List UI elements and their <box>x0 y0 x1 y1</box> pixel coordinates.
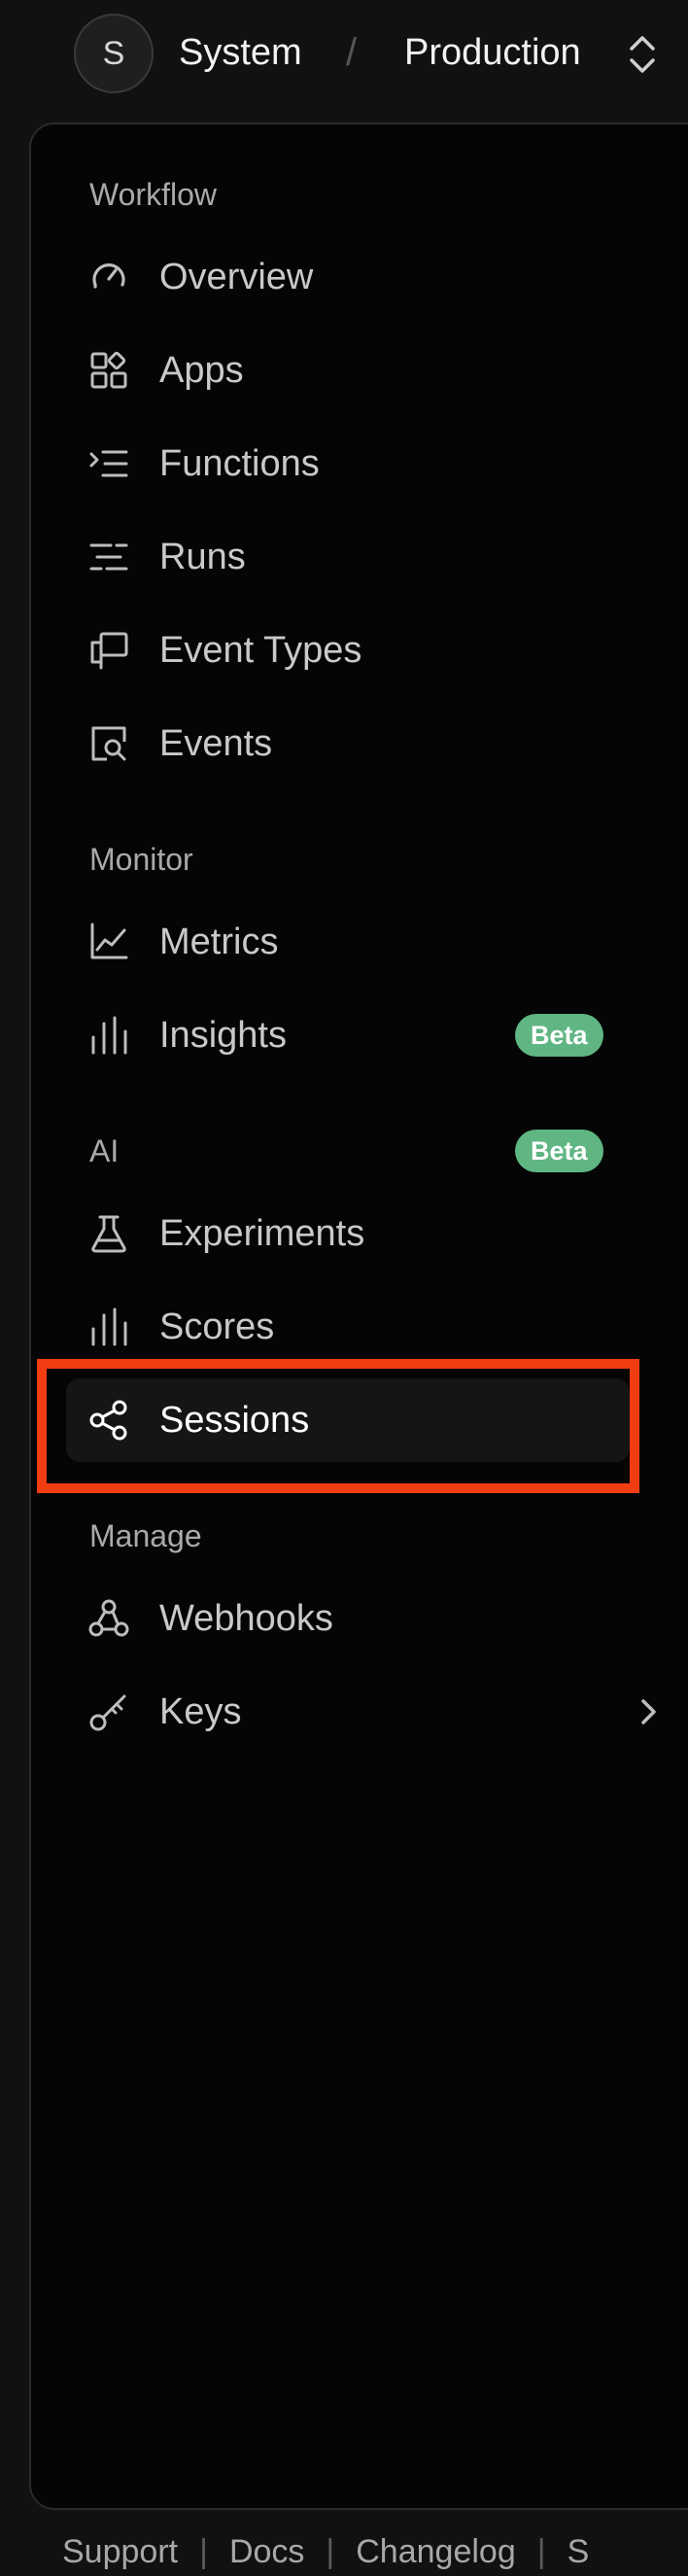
sidebar-item-event-types[interactable]: Event Types <box>66 609 630 692</box>
sidebar-item-label: Events <box>159 723 273 764</box>
webhook-icon <box>87 1597 130 1640</box>
key-icon <box>87 1690 130 1733</box>
sidebar-item-label: Functions <box>159 443 320 484</box>
breadcrumb-org[interactable]: System <box>179 29 302 76</box>
sidebar-item-label: Insights <box>159 1015 287 1056</box>
bar-chart-icon <box>87 1014 130 1057</box>
sidebar-item-functions[interactable]: Functions <box>66 422 630 505</box>
org-avatar[interactable]: S <box>74 14 154 93</box>
sidebar-item-insights[interactable]: Insights Beta <box>66 993 630 1077</box>
sidebar-item-webhooks[interactable]: Webhooks <box>66 1577 630 1660</box>
section-label-monitor: Monitor <box>89 842 193 877</box>
breadcrumb-environment[interactable]: Production <box>404 29 581 76</box>
gauge-icon <box>87 256 130 298</box>
runs-lines-icon <box>87 536 130 578</box>
sidebar-item-label: Apps <box>159 350 244 391</box>
sidebar-item-runs[interactable]: Runs <box>66 515 630 599</box>
bar-chart-icon <box>87 1305 130 1348</box>
beta-badge: Beta <box>515 1014 603 1057</box>
footer-separator: | <box>536 2532 546 2570</box>
section-label-ai: AI <box>89 1133 120 1168</box>
footer-separator: | <box>326 2532 335 2570</box>
highlight-box <box>37 1359 639 1493</box>
section-label-manage: Manage <box>89 1518 202 1553</box>
sidebar-item-label: Runs <box>159 537 246 577</box>
sidebar-item-apps[interactable]: Apps <box>66 329 630 412</box>
sidebar-item-label: Overview <box>159 257 314 297</box>
sidebar-item-events[interactable]: Events <box>66 702 630 785</box>
sidebar-item-label: Keys <box>159 1691 242 1732</box>
footer-separator: | <box>199 2532 208 2570</box>
sidebar-item-label: Experiments <box>159 1213 365 1254</box>
footer-link-changelog[interactable]: Changelog <box>356 2533 515 2571</box>
chevron-right-icon[interactable] <box>636 1693 663 1730</box>
flask-icon <box>87 1212 130 1255</box>
functions-list-icon <box>87 442 130 485</box>
ai-beta-badge: Beta <box>515 1130 603 1172</box>
apps-grid-icon <box>87 349 130 392</box>
sidebar-item-label: Webhooks <box>159 1598 333 1639</box>
footer-link-status[interactable]: S <box>568 2533 590 2571</box>
section-label-workflow: Workflow <box>89 177 217 212</box>
line-chart-icon <box>87 921 130 963</box>
sidebar-item-keys[interactable]: Keys <box>66 1670 656 1754</box>
footer-link-docs[interactable]: Docs <box>229 2533 304 2571</box>
sidebar-item-experiments[interactable]: Experiments <box>66 1192 630 1275</box>
footer-link-support[interactable]: Support <box>62 2533 178 2571</box>
top-bar: S System / Production <box>0 0 688 107</box>
chevron-up-down-icon[interactable] <box>626 33 659 76</box>
footer-links: Support | Docs | Changelog | S <box>0 2527 688 2576</box>
event-types-icon <box>87 629 130 672</box>
sidebar-item-overview[interactable]: Overview <box>66 235 630 319</box>
sidebar-item-label: Metrics <box>159 922 279 962</box>
breadcrumb-separator: / <box>346 31 358 74</box>
events-search-icon <box>87 722 130 765</box>
sidebar-item-label: Scores <box>159 1306 275 1347</box>
sidebar-item-metrics[interactable]: Metrics <box>66 900 630 984</box>
sidebar-item-scores[interactable]: Scores <box>66 1285 630 1369</box>
sidebar-item-label: Event Types <box>159 630 362 671</box>
